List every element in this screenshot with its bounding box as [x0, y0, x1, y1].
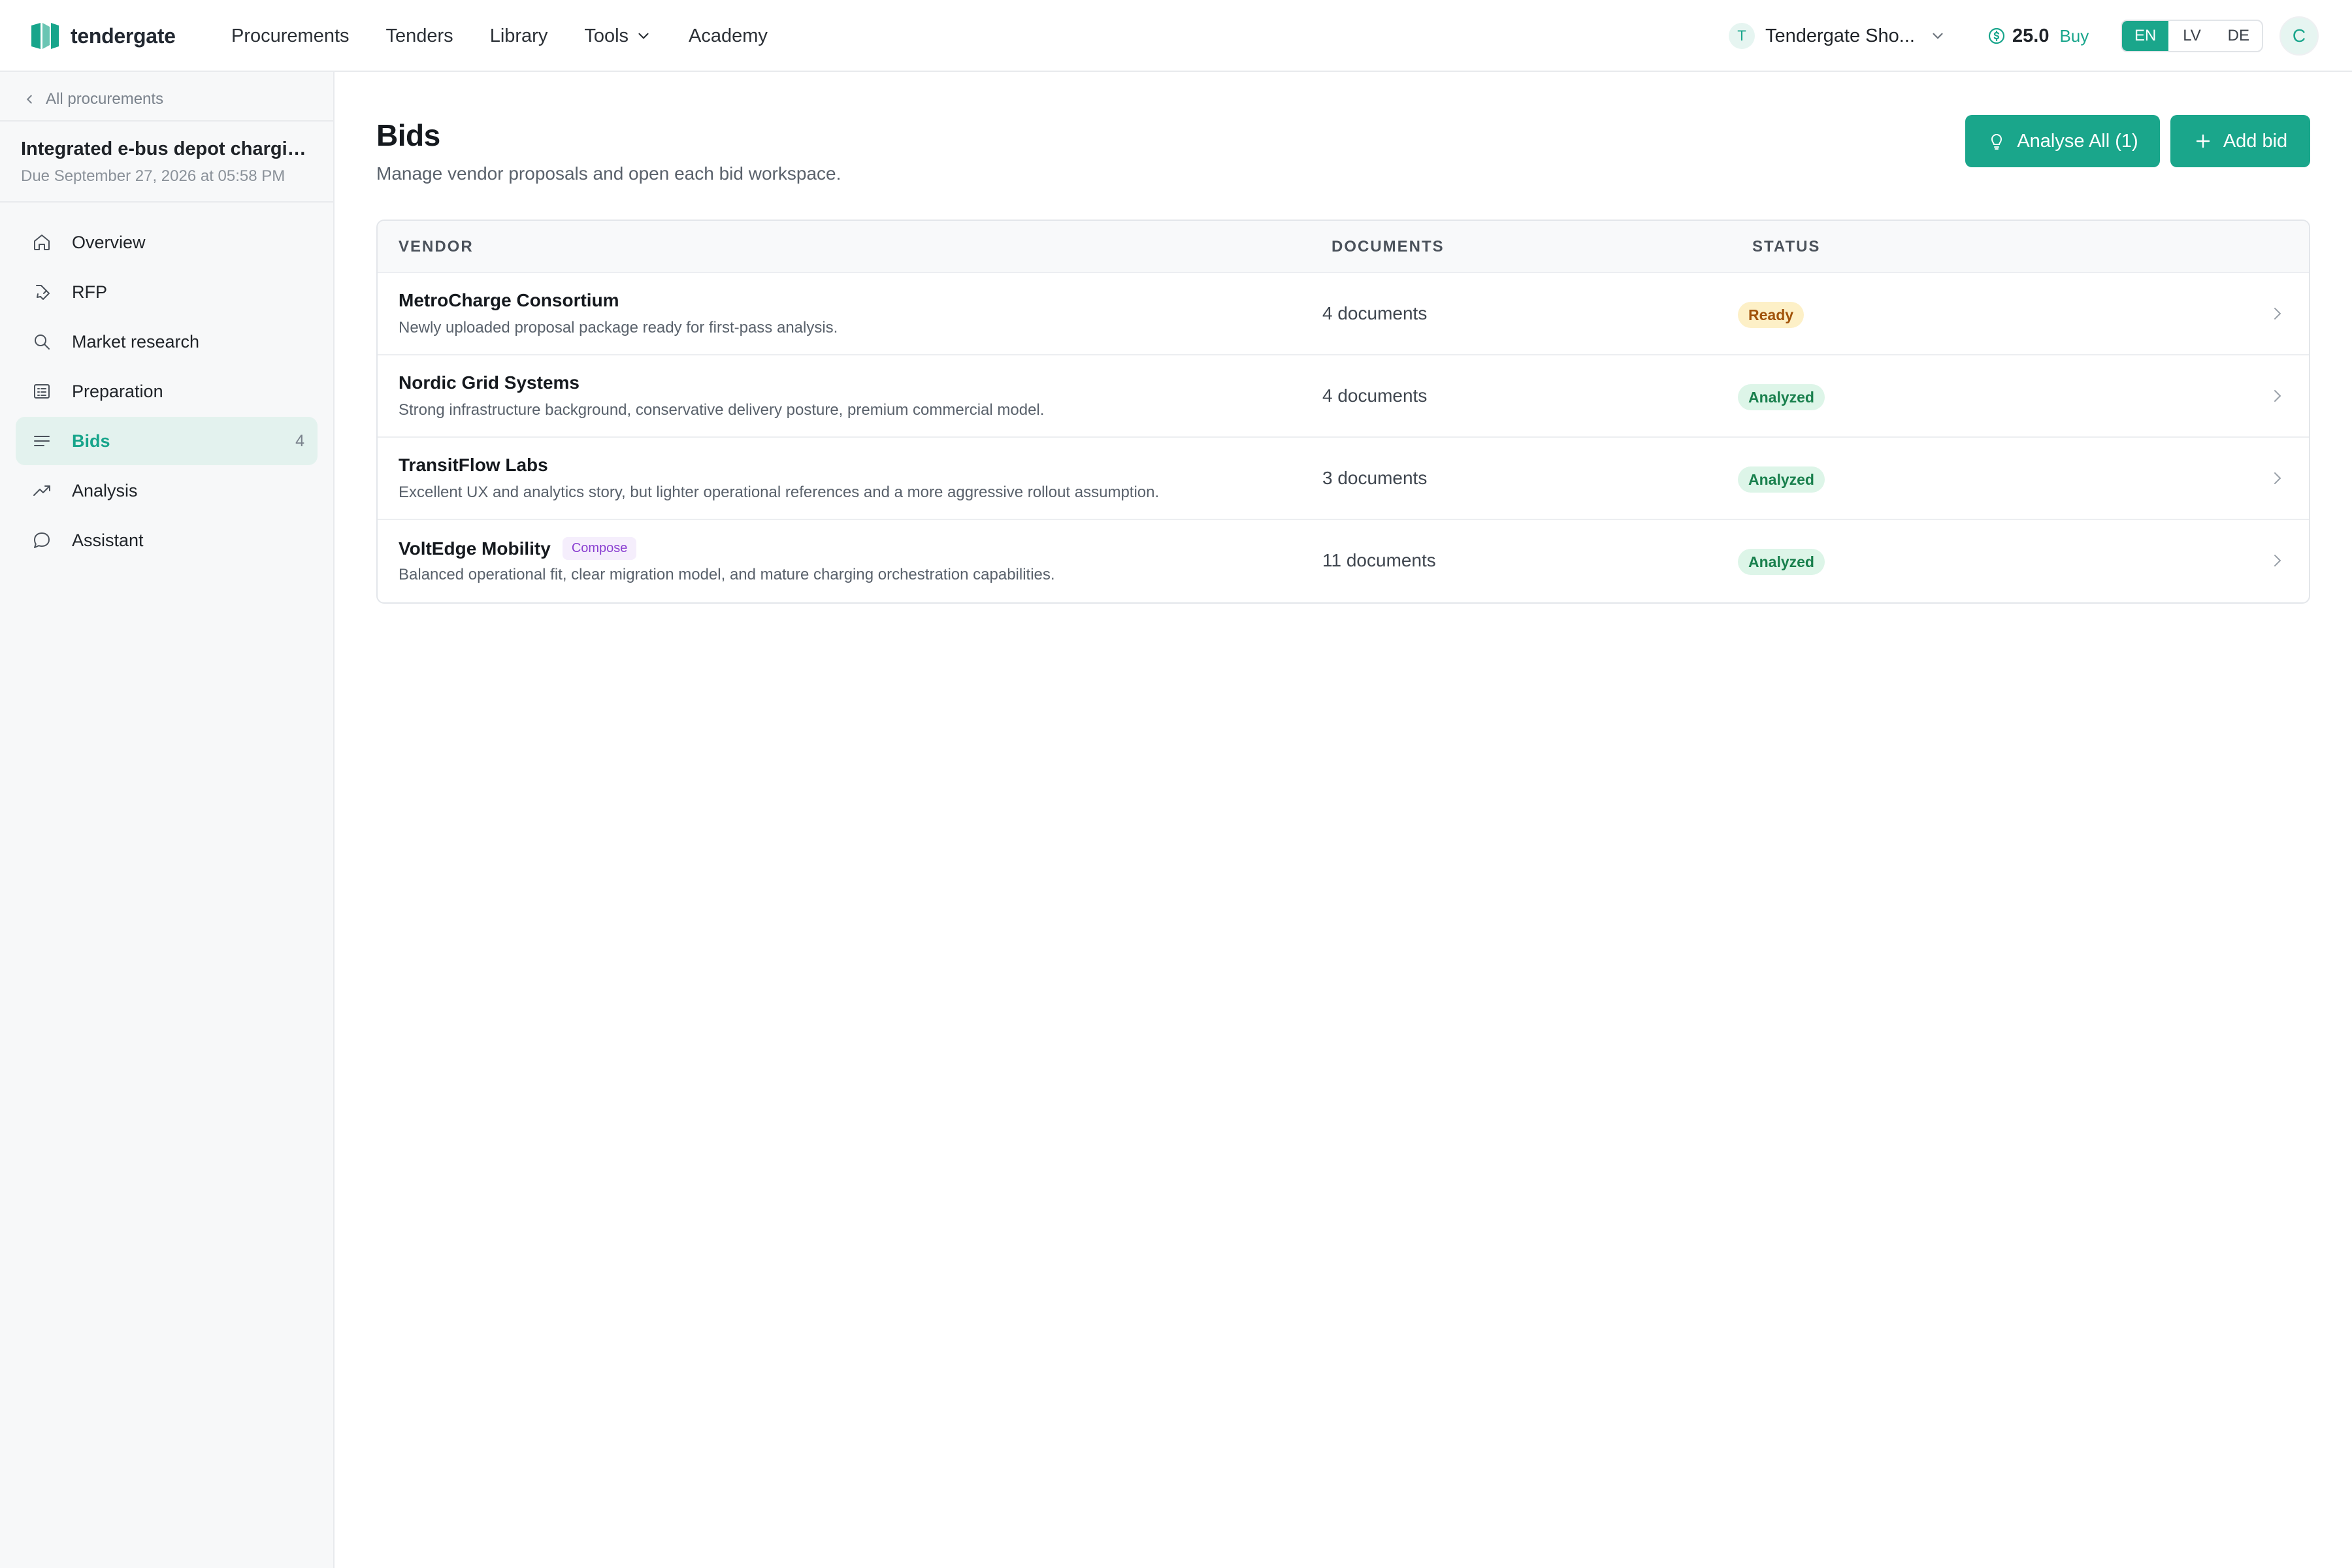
chevron-right-icon	[2274, 555, 2281, 566]
coin-icon	[1988, 27, 2005, 44]
vendor-name-text: MetroCharge Consortium	[399, 290, 619, 310]
sidebar-item-label: RFP	[72, 282, 107, 302]
plus-icon	[2196, 134, 2210, 148]
documents-count: 11 documents	[1322, 550, 1436, 570]
language-lv[interactable]: LV	[2168, 21, 2215, 51]
language-en[interactable]: EN	[2122, 21, 2169, 51]
sidebar-item-label: Analysis	[72, 480, 138, 500]
brand-logo[interactable]: tendergate	[30, 18, 176, 54]
workspace-switcher[interactable]: T Tendergate Sho...	[1729, 22, 1946, 50]
tendergate-logo-icon	[31, 23, 59, 49]
back-link-label: All procurements	[46, 90, 164, 108]
nav-tenders[interactable]: Tenders	[386, 25, 453, 47]
divider	[0, 201, 333, 203]
sidebar-item-label: Bids	[72, 431, 110, 451]
status-badge: Analyzed	[1738, 466, 1825, 493]
home-icon	[34, 235, 50, 250]
page-title: Bids	[376, 118, 440, 152]
credits-balance: 25.0 Buy	[1987, 22, 2089, 50]
main-content: Bids Manage vendor proposals and open ea…	[335, 72, 2352, 1568]
nav-tools[interactable]: Tools	[584, 25, 652, 47]
language-de[interactable]: DE	[2215, 21, 2262, 51]
trend-icon	[33, 485, 50, 496]
documents-count: 4 documents	[1322, 385, 1428, 406]
divider	[0, 120, 333, 122]
sidebar-item-label: Preparation	[72, 381, 163, 401]
analyse-all-label: Analyse All (1)	[2017, 130, 2138, 152]
sidebar-item-label: Overview	[72, 232, 146, 252]
vendor-name-text: Nordic Grid Systems	[399, 372, 580, 393]
pen-icon	[36, 285, 50, 300]
chevron-down-icon	[1933, 33, 1943, 39]
sidebar-item-overview[interactable]: Overview	[16, 218, 318, 267]
table-row[interactable]: Nordic Grid Systems Strong infrastructur…	[378, 355, 2309, 438]
sidebar-item-market-research[interactable]: Market research	[16, 318, 318, 366]
chevron-right-icon	[2274, 308, 2281, 319]
vendor-description: Excellent UX and analytics story, but li…	[399, 483, 1160, 501]
sidebar-item-label: Assistant	[72, 530, 144, 550]
table-header: VENDOR DOCUMENTS STATUS	[378, 221, 2309, 273]
add-bid-button[interactable]: Add bid	[2170, 115, 2310, 167]
vendor-name: MetroCharge Consortium	[399, 290, 619, 311]
vendor-description: Strong infrastructure background, conser…	[399, 401, 1045, 419]
sidebar-item-assistant[interactable]: Assistant	[16, 516, 318, 564]
table-row[interactable]: TransitFlow Labs Excellent UX and analyt…	[378, 438, 2309, 520]
sidebar-item-preparation[interactable]: Preparation	[16, 367, 318, 416]
column-header-status: STATUS	[1752, 238, 1821, 255]
analyse-all-button[interactable]: Analyse All (1)	[1965, 115, 2160, 167]
credits-value: 25.0	[2012, 25, 2050, 46]
procurement-title: Integrated e-bus depot charging...	[21, 139, 315, 159]
status-badge: Analyzed	[1738, 549, 1825, 575]
chevron-left-icon	[26, 95, 32, 104]
sidebar-item-bids[interactable]: Bids 4	[16, 417, 318, 465]
back-to-procurements-link[interactable]: All procurements	[22, 86, 163, 112]
column-header-vendor: VENDOR	[399, 238, 474, 255]
main-nav: Procurements Tenders Library Tools Acade…	[231, 0, 768, 72]
documents-count: 3 documents	[1322, 468, 1428, 488]
buy-credits-link[interactable]: Buy	[2059, 26, 2089, 46]
add-bid-label: Add bid	[2223, 130, 2288, 152]
list-icon	[34, 436, 50, 446]
lightbulb-icon	[1991, 134, 2002, 150]
status-badge: Analyzed	[1738, 384, 1825, 410]
vendor-description: Balanced operational fit, clear migratio…	[399, 566, 1055, 583]
bids-count-badge: 4	[295, 431, 304, 450]
search-icon	[35, 335, 50, 350]
user-avatar[interactable]: C	[2279, 16, 2319, 56]
sidebar: All procurements Integrated e-bus depot …	[0, 72, 335, 1568]
language-switcher: EN LV DE	[2121, 20, 2263, 52]
nav-procurements[interactable]: Procurements	[231, 25, 350, 47]
column-header-documents: DOCUMENTS	[1331, 238, 1445, 255]
chevron-right-icon	[2274, 390, 2281, 402]
procurement-nav: Overview RFP Market research Preparation…	[16, 218, 318, 566]
vendor-description: Newly uploaded proposal package ready fo…	[399, 319, 838, 336]
procurement-due-date: Due September 27, 2026 at 05:58 PM	[21, 167, 286, 185]
checklist-icon	[34, 384, 50, 399]
table-row[interactable]: VoltEdge Mobility Compose Balanced opera…	[378, 520, 2309, 602]
top-bar: tendergate Procurements Tenders Library …	[0, 0, 2352, 72]
vendor-name: VoltEdge Mobility Compose	[399, 537, 637, 560]
documents-count: 4 documents	[1322, 303, 1428, 323]
sidebar-item-rfp[interactable]: RFP	[16, 268, 318, 316]
bids-table: VENDOR DOCUMENTS STATUS MetroCharge Cons…	[376, 220, 2310, 604]
chat-icon	[34, 532, 50, 548]
nav-academy[interactable]: Academy	[689, 25, 768, 47]
status-badge: Ready	[1738, 302, 1805, 328]
workspace-avatar: T	[1729, 23, 1755, 49]
chevron-right-icon	[2274, 472, 2281, 484]
workspace-name: Tendergate Sho...	[1765, 25, 1915, 46]
vendor-name-text: TransitFlow Labs	[399, 455, 548, 475]
table-row[interactable]: MetroCharge Consortium Newly uploaded pr…	[378, 273, 2309, 355]
chevron-down-icon	[638, 33, 649, 39]
vendor-name: TransitFlow Labs	[399, 455, 548, 476]
sidebar-item-label: Market research	[72, 331, 200, 351]
compose-tag: Compose	[562, 537, 637, 560]
brand-name: tendergate	[71, 24, 176, 48]
sidebar-item-analysis[interactable]: Analysis	[16, 466, 318, 515]
vendor-name: Nordic Grid Systems	[399, 372, 580, 393]
page-subtitle: Manage vendor proposals and open each bi…	[376, 163, 841, 184]
vendor-name-text: VoltEdge Mobility	[399, 538, 551, 559]
nav-library[interactable]: Library	[490, 25, 548, 47]
nav-tools-label: Tools	[584, 25, 629, 46]
